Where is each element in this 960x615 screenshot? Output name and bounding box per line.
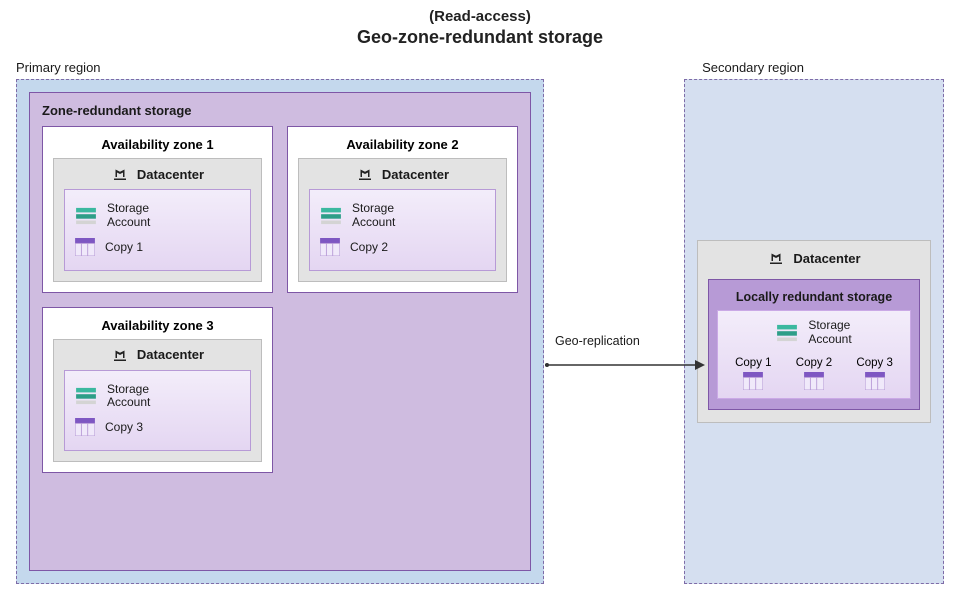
- storage-account-text: Storage Account: [808, 319, 851, 347]
- datacenter-header: Datacenter: [309, 165, 496, 189]
- zrs-title: Zone-redundant storage: [30, 93, 530, 126]
- lrs-inner: Storage Account Copy 1 Copy 2 Copy 3: [717, 310, 911, 399]
- datacenter-icon: [111, 165, 129, 183]
- storage-account-row: Storage Account: [320, 198, 485, 234]
- primary-region-label: Primary region: [16, 60, 101, 75]
- lrs-box: Locally redundant storage Storage Accoun…: [708, 279, 920, 410]
- region-labels-row: Primary region Secondary region: [0, 54, 960, 79]
- storage-account-row: Storage Account: [75, 379, 240, 415]
- storage-account-row: Storage Account: [75, 198, 240, 234]
- copy-row: Copy 1: [75, 234, 240, 260]
- lrs-title: Locally redundant storage: [717, 286, 911, 310]
- storage-account-icon: [75, 387, 97, 405]
- availability-zone-1: Availability zone 1 Datacenter Storage A…: [42, 126, 273, 293]
- zrs-box: Zone-redundant storage Availability zone…: [29, 92, 531, 571]
- datacenter-header: Datacenter: [708, 249, 920, 273]
- regions-container: Zone-redundant storage Availability zone…: [0, 79, 960, 599]
- datacenter-header: Datacenter: [64, 346, 251, 370]
- diagram-subtitle: (Read-access): [0, 8, 960, 25]
- geo-replication-arrow-icon: [545, 354, 705, 376]
- lrs-copy-3: Copy 3: [856, 357, 892, 390]
- zone-1-title: Availability zone 1: [53, 133, 262, 158]
- zone-1-datacenter: Datacenter Storage Account Copy 1: [53, 158, 262, 282]
- zone-2-title: Availability zone 2: [298, 133, 507, 158]
- storage-account-icon: [75, 207, 97, 225]
- datacenter-icon: [111, 346, 129, 364]
- copy-label: Copy 1: [735, 357, 771, 369]
- datacenter-label: Datacenter: [137, 347, 204, 362]
- diagram-header: (Read-access) Geo-zone-redundant storage: [0, 0, 960, 54]
- availability-zone-3: Availability zone 3 Datacenter Storage A…: [42, 307, 273, 474]
- datacenter-label: Datacenter: [137, 167, 204, 182]
- copy-icon: [320, 238, 340, 256]
- copy-icon: [865, 372, 885, 390]
- zone-3-datacenter: Datacenter Storage Account Copy 3: [53, 339, 262, 463]
- lrs-copy-1: Copy 1: [735, 357, 771, 390]
- zones-grid: Availability zone 1 Datacenter Storage A…: [30, 126, 530, 485]
- copy-label: Copy 2: [796, 357, 832, 369]
- copy-row: Copy 2: [320, 234, 485, 260]
- datacenter-icon: [356, 165, 374, 183]
- copy-text: Copy 1: [105, 240, 143, 254]
- storage-account-text: Storage Account: [107, 202, 150, 230]
- primary-region: Zone-redundant storage Availability zone…: [16, 79, 544, 584]
- storage-account-icon: [776, 324, 798, 342]
- copy-text: Copy 3: [105, 420, 143, 434]
- secondary-region: Datacenter Locally redundant storage Sto…: [684, 79, 944, 584]
- storage-account-text: Storage Account: [107, 383, 150, 411]
- lrs-storage-account-row: Storage Account: [726, 319, 902, 353]
- lrs-copies-row: Copy 1 Copy 2 Copy 3: [726, 353, 902, 390]
- lrs-copy-2: Copy 2: [796, 357, 832, 390]
- geo-replication-label: Geo-replication: [555, 334, 640, 348]
- availability-zone-2: Availability zone 2 Datacenter Storage A…: [287, 126, 518, 293]
- storage-account-text: Storage Account: [352, 202, 395, 230]
- zone-3-title: Availability zone 3: [53, 314, 262, 339]
- diagram-title: Geo-zone-redundant storage: [0, 27, 960, 48]
- copy-icon: [75, 418, 95, 436]
- zone-2-storage-box: Storage Account Copy 2: [309, 189, 496, 271]
- copy-label: Copy 3: [856, 357, 892, 369]
- copy-text: Copy 2: [350, 240, 388, 254]
- copy-icon: [75, 238, 95, 256]
- zone-2-datacenter: Datacenter Storage Account Copy 2: [298, 158, 507, 282]
- zone-3-storage-box: Storage Account Copy 3: [64, 370, 251, 452]
- datacenter-label: Datacenter: [793, 251, 860, 266]
- copy-icon: [804, 372, 824, 390]
- storage-account-icon: [320, 207, 342, 225]
- copy-icon: [743, 372, 763, 390]
- datacenter-header: Datacenter: [64, 165, 251, 189]
- copy-row: Copy 3: [75, 414, 240, 440]
- zone-1-storage-box: Storage Account Copy 1: [64, 189, 251, 271]
- secondary-region-label: Secondary region: [702, 60, 804, 75]
- datacenter-icon: [767, 249, 785, 267]
- datacenter-label: Datacenter: [382, 167, 449, 182]
- secondary-datacenter: Datacenter Locally redundant storage Sto…: [697, 240, 931, 423]
